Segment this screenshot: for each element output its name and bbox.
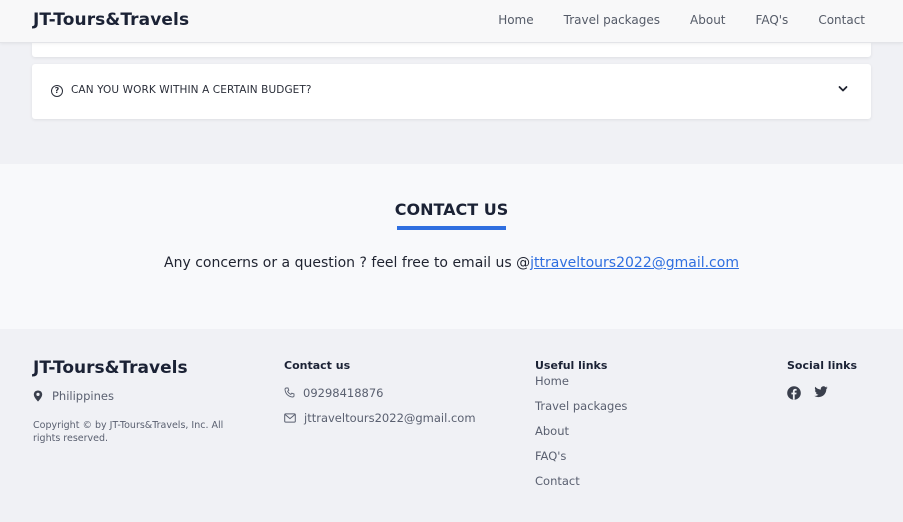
footer-social-column: Social links	[787, 359, 857, 400]
footer-email[interactable]: jttraveltours2022@gmail.com	[284, 405, 476, 430]
facebook-icon[interactable]	[787, 386, 801, 400]
copyright-text: Copyright © by JT-Tours&Travels, Inc. Al…	[33, 420, 224, 444]
contact-title: CONTACT US	[394, 200, 509, 219]
footer-contact-column: Contact us 09298418876 jttraveltours2022…	[284, 359, 476, 430]
nav-contact[interactable]: Contact	[818, 13, 865, 27]
contact-section: CONTACT US Any concerns or a question ? …	[0, 164, 903, 329]
site-logo[interactable]: JT-Tours&Travels	[33, 10, 189, 30]
map-pin-icon	[33, 390, 43, 402]
site-footer: JT-Tours&Travels Philippines Copyright ©…	[0, 329, 903, 522]
envelope-icon	[284, 412, 296, 423]
nav-home[interactable]: Home	[498, 13, 533, 27]
footer-link-faqs[interactable]: FAQ's	[535, 449, 627, 474]
contact-text: Any concerns or a question ? feel free t…	[0, 255, 903, 271]
faq-item-budget[interactable]: ? CAN YOU WORK WITHIN A CERTAIN BUDGET?	[32, 64, 871, 119]
nav-faqs[interactable]: FAQ's	[756, 13, 789, 27]
question-icon: ?	[51, 85, 63, 97]
footer-phone[interactable]: 09298418876	[284, 380, 476, 405]
footer-logo: JT-Tours&Travels	[33, 358, 188, 378]
faq-section: ? CAN YOU WORK WITHIN A CERTAIN BUDGET?	[0, 43, 903, 164]
faq-question: CAN YOU WORK WITHIN A CERTAIN BUDGET?	[71, 84, 312, 96]
chevron-down-icon[interactable]	[837, 83, 849, 95]
site-header: JT-Tours&Travels Home Travel packages Ab…	[0, 0, 903, 43]
main-nav: Home Travel packages About FAQ's Contact	[498, 13, 865, 27]
social-icons	[787, 386, 857, 400]
footer-link-about[interactable]: About	[535, 424, 627, 449]
contact-heading: Contact us	[284, 359, 351, 372]
footer-location: Philippines	[33, 389, 114, 403]
social-links-heading: Social links	[787, 359, 858, 372]
email-address: jttraveltours2022@gmail.com	[304, 410, 476, 425]
location-text: Philippines	[52, 389, 114, 403]
phone-number: 09298418876	[303, 385, 384, 400]
footer-links-column: Useful links Home Travel packages About …	[535, 359, 627, 499]
footer-link-home[interactable]: Home	[535, 374, 627, 399]
title-underline	[397, 226, 506, 230]
useful-links-heading: Useful links	[535, 359, 608, 372]
faq-item-previous[interactable]	[32, 43, 871, 57]
phone-icon	[284, 387, 295, 398]
contact-email-link[interactable]: jttraveltours2022@gmail.com	[530, 255, 739, 271]
contact-message: Any concerns or a question ? feel free t…	[164, 255, 531, 271]
footer-link-travel-packages[interactable]: Travel packages	[535, 399, 627, 424]
nav-about[interactable]: About	[690, 13, 725, 27]
footer-link-contact[interactable]: Contact	[535, 474, 627, 499]
nav-travel-packages[interactable]: Travel packages	[564, 13, 660, 27]
twitter-icon[interactable]	[814, 386, 828, 400]
